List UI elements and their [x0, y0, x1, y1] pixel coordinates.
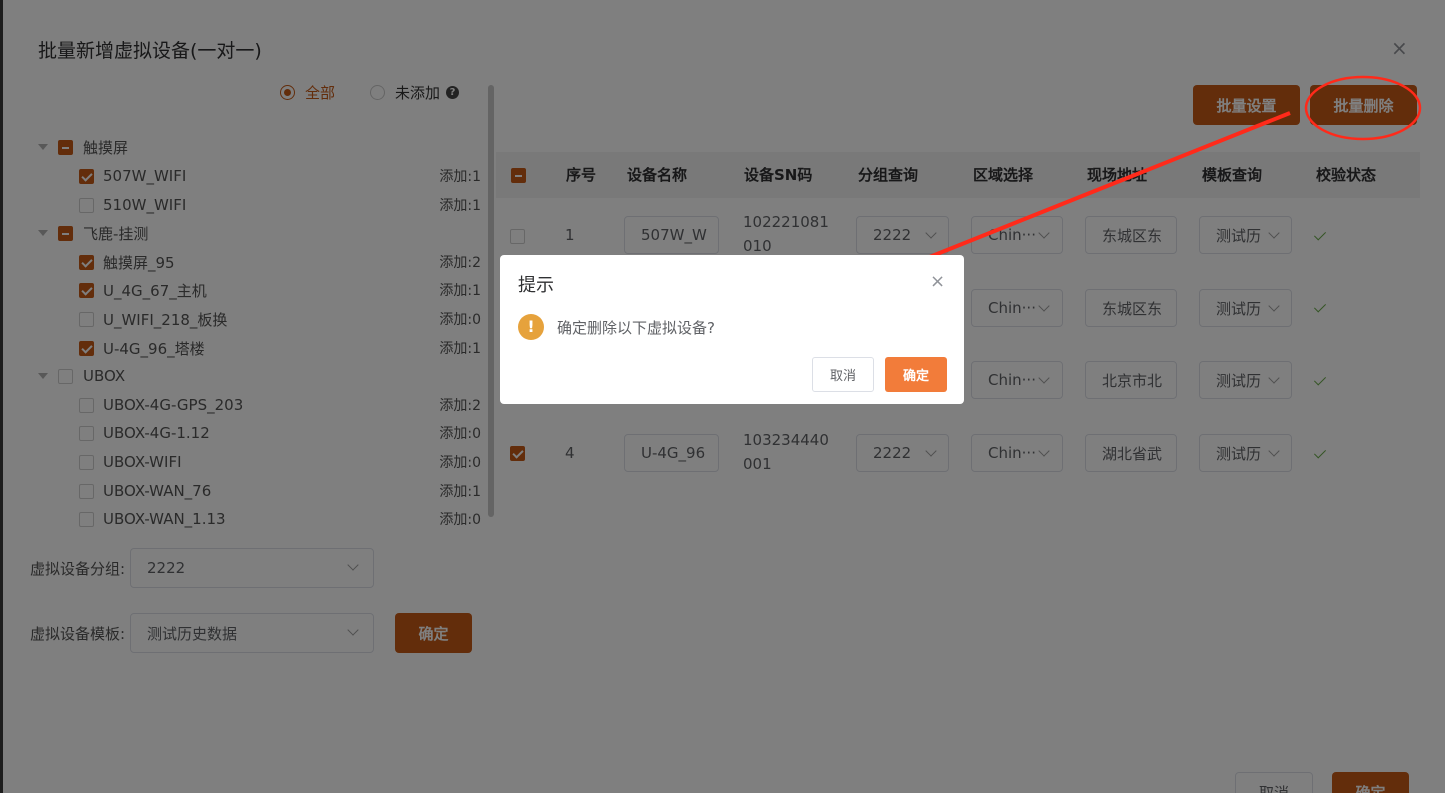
message-text: 确定删除以下虚拟设备?	[557, 319, 715, 337]
message-cancel-button[interactable]: 取消	[812, 357, 874, 392]
message-confirm-button[interactable]: 确定	[885, 357, 947, 392]
warning-icon: !	[518, 314, 544, 340]
close-icon[interactable]: ×	[930, 271, 945, 292]
delete-confirm-dialog: 提示 × ! 确定删除以下虚拟设备? 取消 确定	[500, 255, 964, 404]
message-title: 提示	[518, 275, 554, 296]
